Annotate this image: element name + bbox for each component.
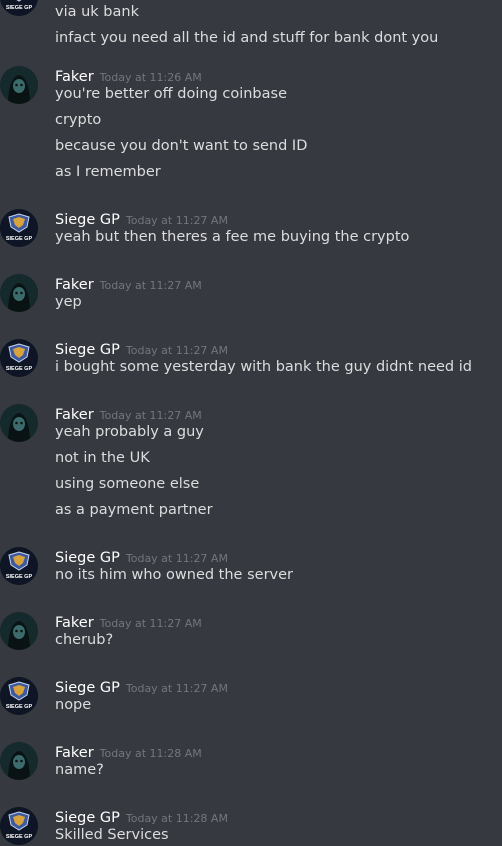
message-text: via uk bank [55, 4, 139, 20]
author-name[interactable]: Siege GP [55, 810, 120, 826]
message-header: Faker Today at 11:27 AM [55, 612, 202, 631]
message-text: as I remember [55, 164, 161, 180]
svg-text:SIEGE GP: SIEGE GP [6, 834, 33, 840]
timestamp: Today at 11:28 AM [125, 812, 228, 825]
siege-logo-icon: SIEGE GP [0, 807, 38, 845]
message-header: Faker Today at 11:26 AM [55, 66, 202, 85]
avatar[interactable] [0, 404, 38, 442]
timestamp: Today at 11:27 AM [125, 552, 228, 565]
message-text: not in the UK [55, 450, 150, 466]
svg-text:SIEGE GP: SIEGE GP [6, 366, 33, 372]
avatar[interactable]: SIEGE GP [0, 547, 38, 585]
siege-logo-icon: SIEGE GP [0, 547, 38, 585]
author-name[interactable]: Faker [55, 745, 94, 761]
hooded-figure-icon [0, 66, 38, 104]
message-header: Siege GP Today at 11:27 AM [55, 339, 228, 358]
timestamp: Today at 11:27 AM [125, 682, 228, 695]
message-text: yeah but then theres a fee me buying the… [55, 229, 410, 245]
message-text: cherub? [55, 632, 114, 648]
message-text: using someone else [55, 476, 200, 492]
author-name[interactable]: Siege GP [55, 212, 120, 228]
avatar[interactable]: SIEGE GP [0, 0, 38, 16]
message-header: Siege GP Today at 11:27 AM [55, 547, 228, 566]
timestamp: Today at 11:26 AM [99, 71, 202, 84]
message-text: no its him who owned the server [55, 567, 293, 583]
message-text: as a payment partner [55, 502, 213, 518]
message-header: Siege GP Today at 11:28 AM [55, 807, 228, 826]
author-name[interactable]: Siege GP [55, 342, 120, 358]
siege-logo-icon: SIEGE GP [0, 0, 38, 16]
timestamp: Today at 11:27 AM [125, 214, 228, 227]
avatar[interactable]: SIEGE GP [0, 677, 38, 715]
author-name[interactable]: Siege GP [55, 680, 120, 696]
message-text: because you don't want to send ID [55, 138, 308, 154]
svg-text:SIEGE GP: SIEGE GP [6, 5, 33, 11]
timestamp: Today at 11:28 AM [99, 747, 202, 760]
message-text: infact you need all the id and stuff for… [55, 30, 439, 46]
message-text: i bought some yesterday with bank the gu… [55, 359, 472, 375]
avatar[interactable] [0, 612, 38, 650]
svg-text:SIEGE GP: SIEGE GP [6, 236, 33, 242]
message-text: Skilled Services [55, 827, 169, 843]
hooded-figure-icon [0, 404, 38, 442]
author-name[interactable]: Faker [55, 69, 94, 85]
hooded-figure-icon [0, 274, 38, 312]
siege-logo-icon: SIEGE GP [0, 339, 38, 377]
avatar[interactable]: SIEGE GP [0, 209, 38, 247]
author-name[interactable]: Siege GP [55, 550, 120, 566]
timestamp: Today at 11:27 AM [125, 344, 228, 357]
message-header: Faker Today at 11:27 AM [55, 274, 202, 293]
message-header: Faker Today at 11:28 AM [55, 742, 202, 761]
author-name[interactable]: Faker [55, 277, 94, 293]
author-name[interactable]: Faker [55, 407, 94, 423]
svg-text:SIEGE GP: SIEGE GP [6, 574, 33, 580]
hooded-figure-icon [0, 742, 38, 780]
avatar[interactable] [0, 66, 38, 104]
avatar[interactable] [0, 274, 38, 312]
author-name[interactable]: Faker [55, 615, 94, 631]
timestamp: Today at 11:27 AM [99, 617, 202, 630]
avatar[interactable]: SIEGE GP [0, 807, 38, 845]
svg-text:SIEGE GP: SIEGE GP [6, 704, 33, 710]
avatar[interactable]: SIEGE GP [0, 339, 38, 377]
message-text: yeah probably a guy [55, 424, 204, 440]
avatar[interactable] [0, 742, 38, 780]
message-header: Siege GP Today at 11:27 AM [55, 209, 228, 228]
message-text: nope [55, 697, 92, 713]
timestamp: Today at 11:27 AM [99, 409, 202, 422]
siege-logo-icon: SIEGE GP [0, 209, 38, 247]
message-text: yep [55, 294, 82, 310]
siege-logo-icon: SIEGE GP [0, 677, 38, 715]
message-text: crypto [55, 112, 102, 128]
timestamp: Today at 11:27 AM [99, 279, 202, 292]
message-text: name? [55, 762, 104, 778]
hooded-figure-icon [0, 612, 38, 650]
message-text: you're better off doing coinbase [55, 86, 287, 102]
message-header: Siege GP Today at 11:27 AM [55, 677, 228, 696]
message-header: Faker Today at 11:27 AM [55, 404, 202, 423]
